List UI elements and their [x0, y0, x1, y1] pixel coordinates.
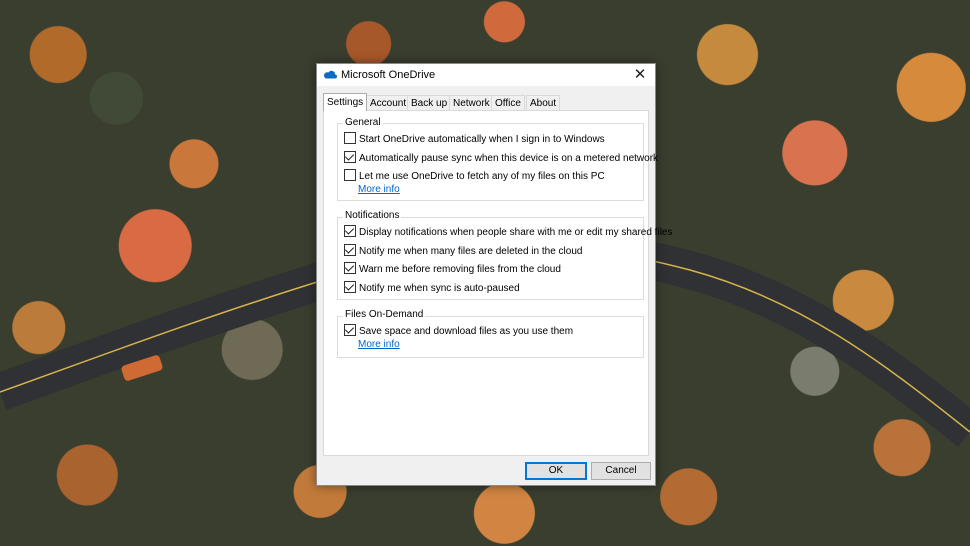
option-warn-removing[interactable]: Warn me before removing files from the c…	[344, 262, 561, 276]
warn-removing-checkbox[interactable]	[344, 262, 356, 274]
onedrive-settings-dialog: Microsoft OneDrive ✕ Settings Account Ba…	[316, 63, 673, 486]
option-label: Save space and download files as you use…	[359, 326, 574, 337]
tab-office[interactable]: Office	[491, 95, 525, 111]
option-fetch-files[interactable]: Let me use OneDrive to fetch any of my f…	[344, 169, 605, 183]
fetch-files-checkbox[interactable]	[344, 169, 356, 181]
option-save-space[interactable]: Save space and download files as you use…	[344, 324, 573, 338]
option-start-automatically[interactable]: Start OneDrive automatically when I sign…	[344, 132, 605, 146]
tab-back-up[interactable]: Back up	[407, 95, 452, 111]
save-space-checkbox[interactable]	[344, 324, 356, 336]
general-more-info-link[interactable]: More info	[358, 184, 400, 195]
files-on-demand-more-info-link[interactable]: More info	[358, 339, 400, 350]
start-automatically-checkbox[interactable]	[344, 132, 356, 144]
title-bar: Microsoft OneDrive ✕	[317, 64, 655, 86]
display-notifications-checkbox[interactable]	[344, 225, 356, 237]
files-on-demand-group-title: Files On-Demand	[343, 309, 426, 320]
option-pause-metered[interactable]: Automatically pause sync when this devic…	[344, 151, 658, 165]
general-group-title: General	[343, 117, 383, 128]
notify-auto-paused-checkbox[interactable]	[344, 281, 356, 293]
option-label: Automatically pause sync when this devic…	[359, 153, 659, 164]
settings-panel: General Start OneDrive automatically whe…	[323, 110, 673, 456]
cancel-button[interactable]: Cancel	[591, 462, 651, 480]
notify-deleted-checkbox[interactable]	[344, 244, 356, 256]
tab-account[interactable]: Account	[366, 95, 411, 111]
window-title: Microsoft OneDrive	[341, 69, 436, 81]
tab-network[interactable]: Network	[449, 95, 494, 111]
option-notify-deleted[interactable]: Notify me when many files are deleted in…	[344, 244, 582, 258]
option-display-notifications[interactable]: Display notifications when people share …	[344, 225, 673, 239]
option-label: Start OneDrive automatically when I sign…	[359, 134, 605, 145]
option-notify-auto-paused[interactable]: Notify me when sync is auto-paused	[344, 281, 520, 295]
onedrive-cloud-icon	[323, 69, 337, 82]
option-label: Notify me when sync is auto-paused	[359, 283, 520, 294]
option-label: Display notifications when people share …	[359, 227, 673, 238]
option-label: Let me use OneDrive to fetch any of my f…	[359, 171, 605, 182]
tab-settings[interactable]: Settings	[323, 93, 368, 111]
pause-metered-checkbox[interactable]	[344, 151, 356, 163]
option-label: Warn me before removing files from the c…	[359, 264, 561, 275]
notifications-group-title: Notifications	[343, 210, 402, 221]
close-icon[interactable]: ✕	[631, 66, 649, 84]
tab-about[interactable]: About	[526, 95, 561, 111]
ok-button[interactable]: OK	[525, 462, 587, 480]
option-label: Notify me when many files are deleted in…	[359, 246, 583, 257]
